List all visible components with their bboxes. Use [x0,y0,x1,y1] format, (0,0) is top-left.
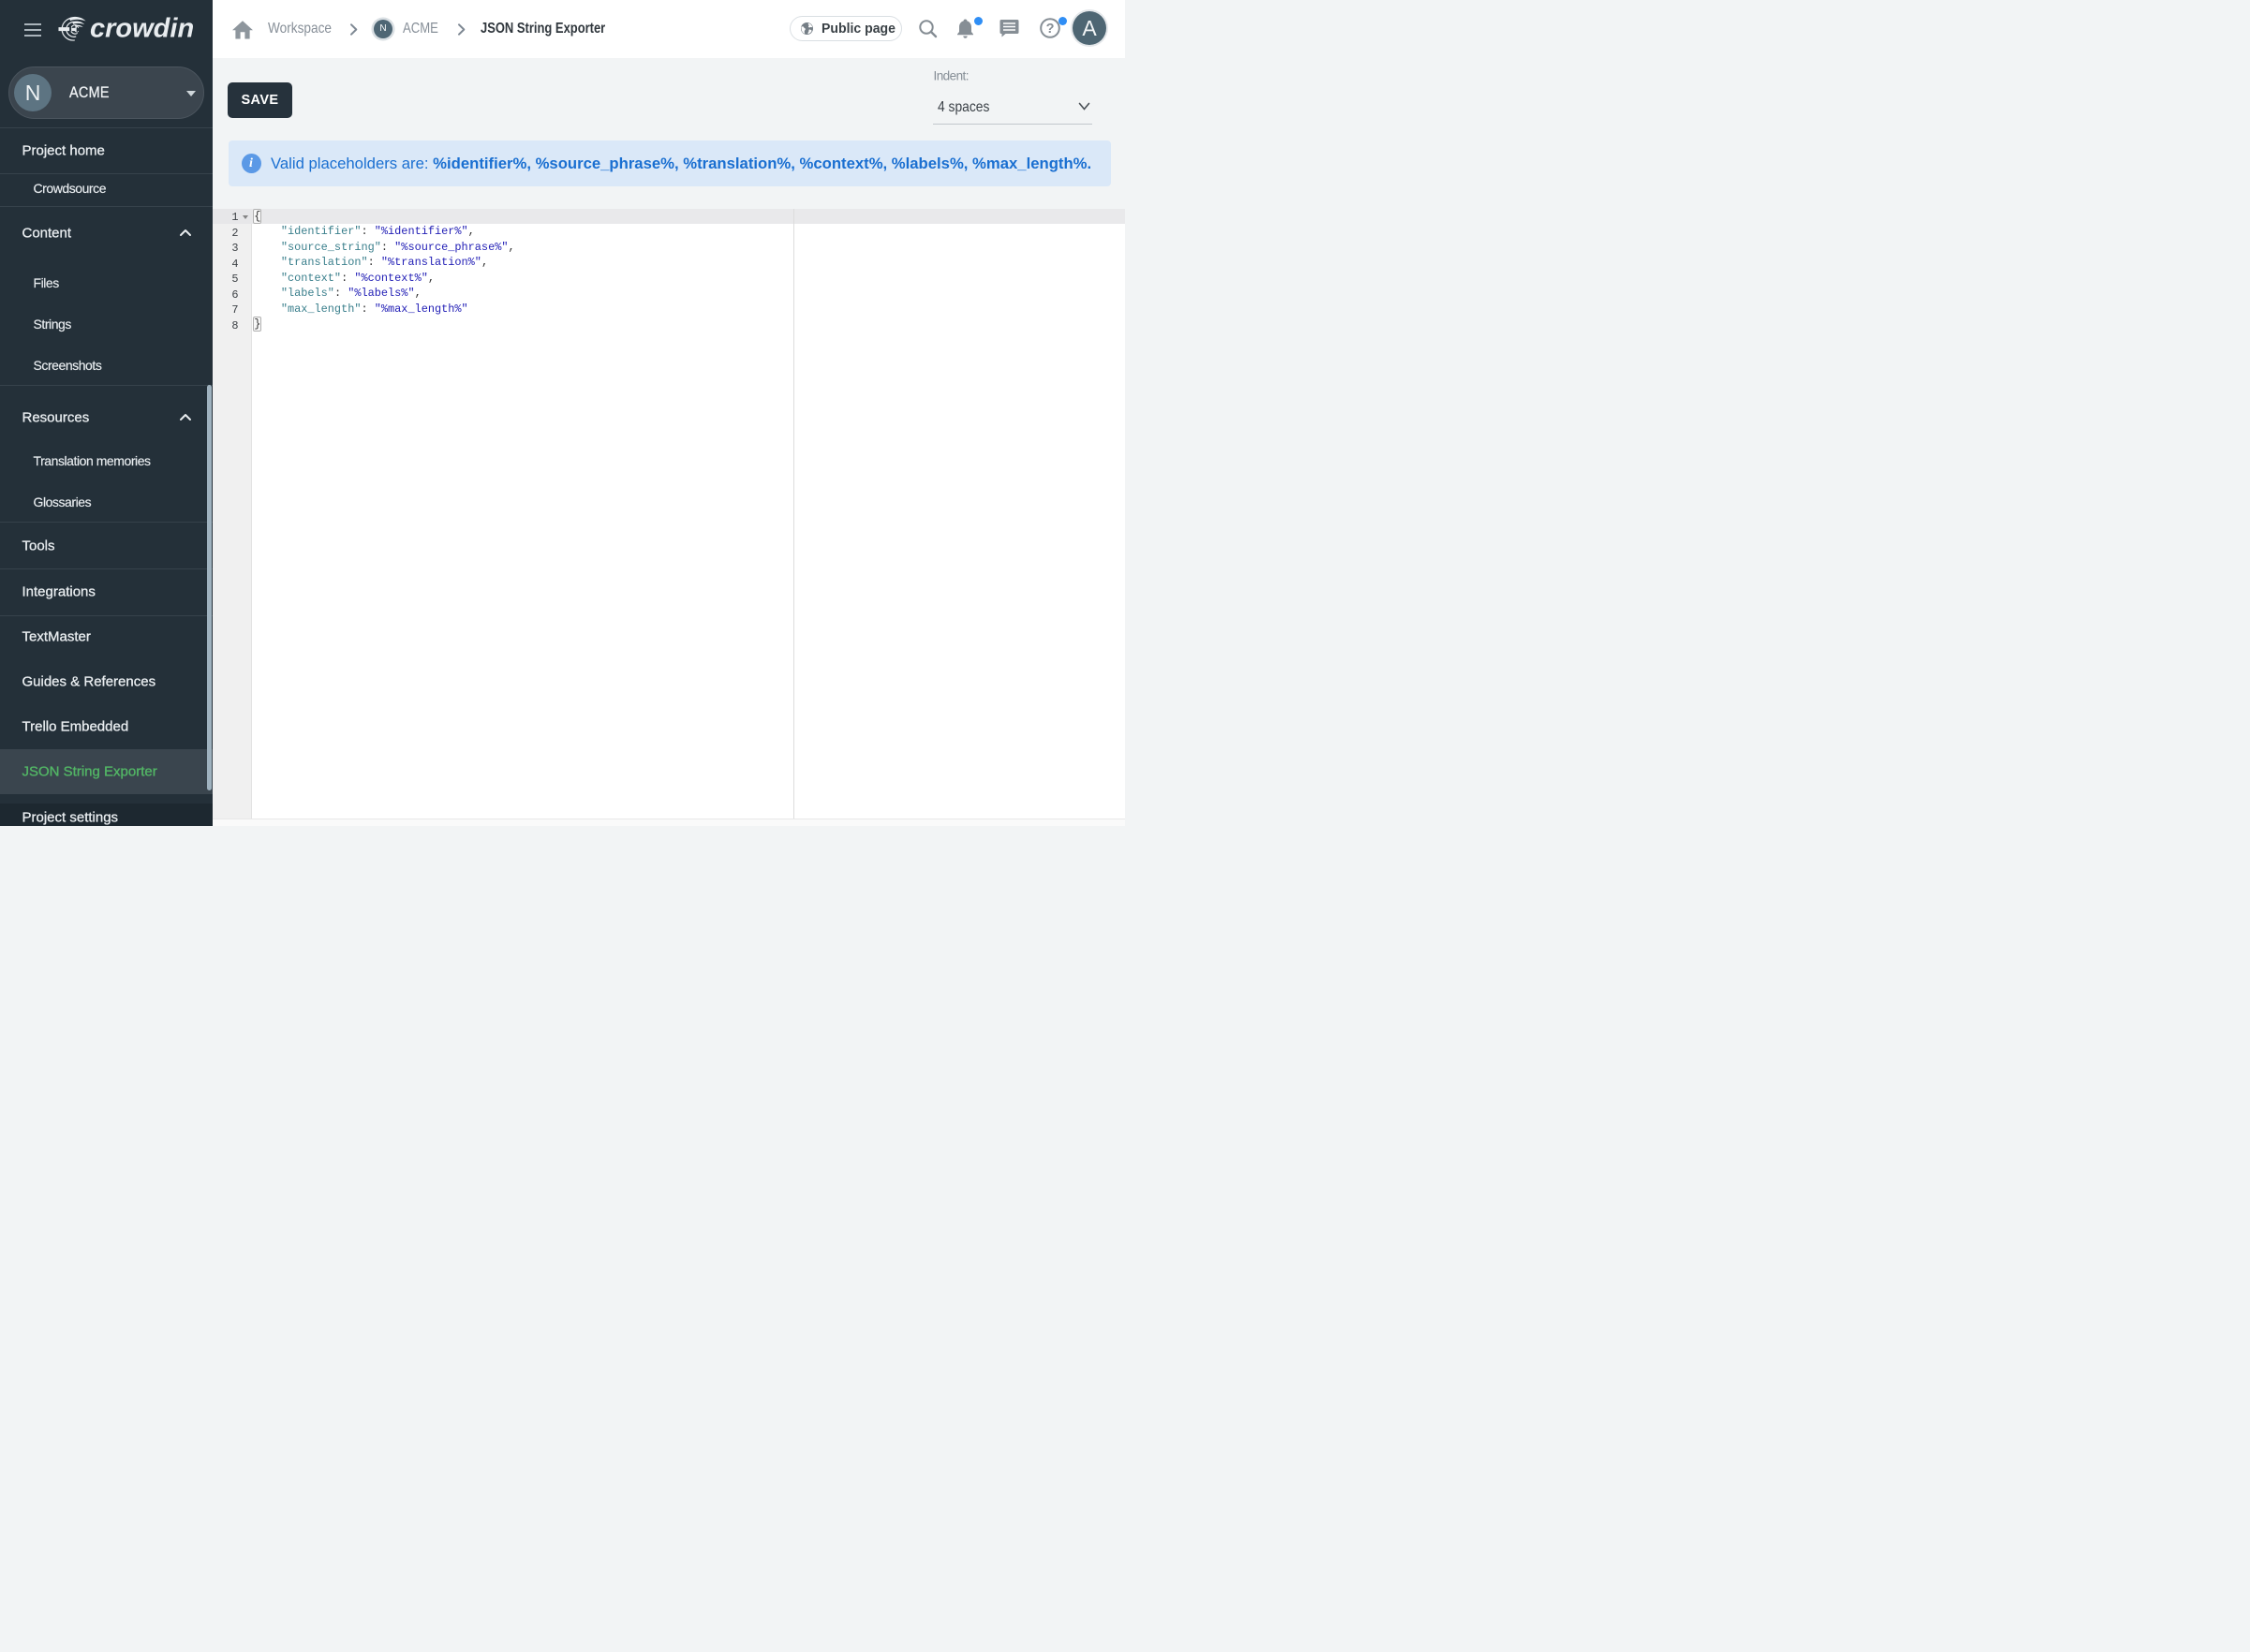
svg-text:?: ? [1046,22,1055,37]
